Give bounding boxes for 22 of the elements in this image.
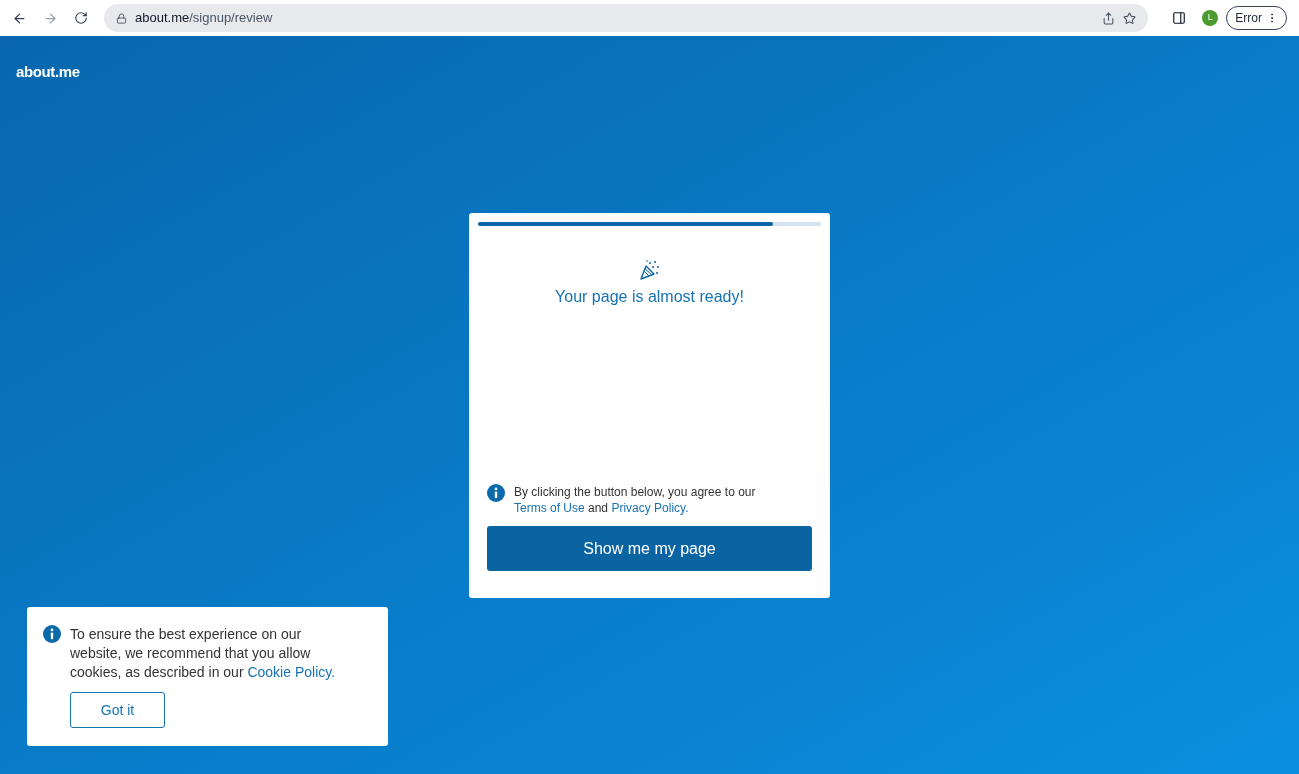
- cookie-policy-link[interactable]: Cookie Policy.: [247, 664, 336, 680]
- star-icon[interactable]: [1123, 11, 1137, 25]
- cookie-text: To ensure the best experience on our website, we recommend that you allow cookies, as described in our Cookie Policy.: [70, 625, 337, 682]
- consent-text: By clicking the button below, you agree to our Terms of Use and Privacy Policy.: [514, 484, 757, 516]
- profile-avatar[interactable]: L: [1202, 10, 1219, 26]
- party-popper-icon: [637, 259, 662, 281]
- forward-icon[interactable]: [43, 10, 58, 26]
- back-icon[interactable]: [12, 10, 27, 26]
- site-logo[interactable]: about.me: [16, 63, 80, 80]
- info-icon: [43, 625, 61, 643]
- card-title: Your page is almost ready!: [554, 287, 745, 307]
- address-bar[interactable]: about.me/signup/review: [104, 4, 1149, 32]
- got-it-button[interactable]: Got it: [70, 692, 165, 728]
- side-panel-icon[interactable]: [1172, 11, 1187, 25]
- info-icon: [487, 484, 505, 502]
- privacy-link[interactable]: Privacy Policy.: [611, 501, 689, 515]
- show-page-button[interactable]: Show me my page: [487, 526, 812, 571]
- url-text: about.me/signup/review: [135, 9, 273, 28]
- lock-icon: [116, 12, 127, 24]
- reload-icon[interactable]: [74, 11, 88, 25]
- terms-link[interactable]: Terms of Use: [514, 501, 585, 515]
- share-icon[interactable]: [1102, 11, 1116, 25]
